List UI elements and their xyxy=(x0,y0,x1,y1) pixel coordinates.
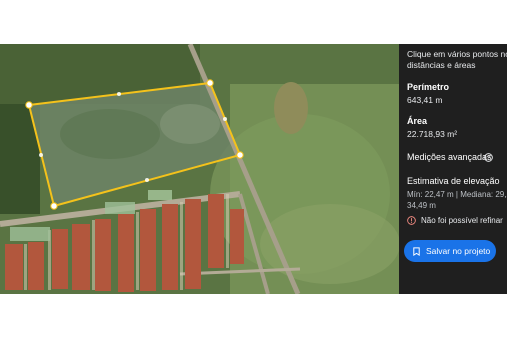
polygon-midpoint[interactable] xyxy=(223,117,227,121)
elevation-label: Estimativa de elevação xyxy=(407,176,500,186)
perimeter-label: Perímetro xyxy=(407,82,450,92)
polygon-midpoint[interactable] xyxy=(39,153,43,157)
area-value: 22.718,93 m² xyxy=(407,129,458,139)
save-to-project-button[interactable]: Salvar no projeto xyxy=(404,240,496,262)
polygon-midpoint[interactable] xyxy=(117,92,121,96)
elevation-stats-line1: Mín: 22,47 m | Mediana: 29,28 xyxy=(407,190,507,199)
warning-circle-icon xyxy=(407,216,416,225)
refine-error-text: Não foi possível refinar xyxy=(421,216,503,225)
save-button-label: Salvar no projeto xyxy=(426,246,491,256)
elevation-stats-line2: 34,49 m xyxy=(407,201,436,210)
help-circle-icon[interactable]: ? xyxy=(484,153,493,162)
advanced-measurements-label[interactable]: Medições avançadas xyxy=(407,152,492,163)
pond xyxy=(274,82,308,134)
measurement-panel: Clique em vários pontos no m distâncias … xyxy=(399,44,507,294)
bookmark-save-icon xyxy=(413,246,420,256)
area-label: Área xyxy=(407,116,428,126)
polygon-vertex[interactable] xyxy=(50,202,58,210)
polygon-midpoint[interactable] xyxy=(145,178,149,182)
perimeter-value: 643,41 m xyxy=(407,95,443,105)
polygon-vertex[interactable] xyxy=(206,79,214,87)
polygon-vertex[interactable] xyxy=(25,101,33,109)
instruction-text-line2: distâncias e áreas xyxy=(407,60,476,70)
polygon-vertex[interactable] xyxy=(236,151,244,159)
instruction-text-line1: Clique em vários pontos no m xyxy=(407,49,507,59)
